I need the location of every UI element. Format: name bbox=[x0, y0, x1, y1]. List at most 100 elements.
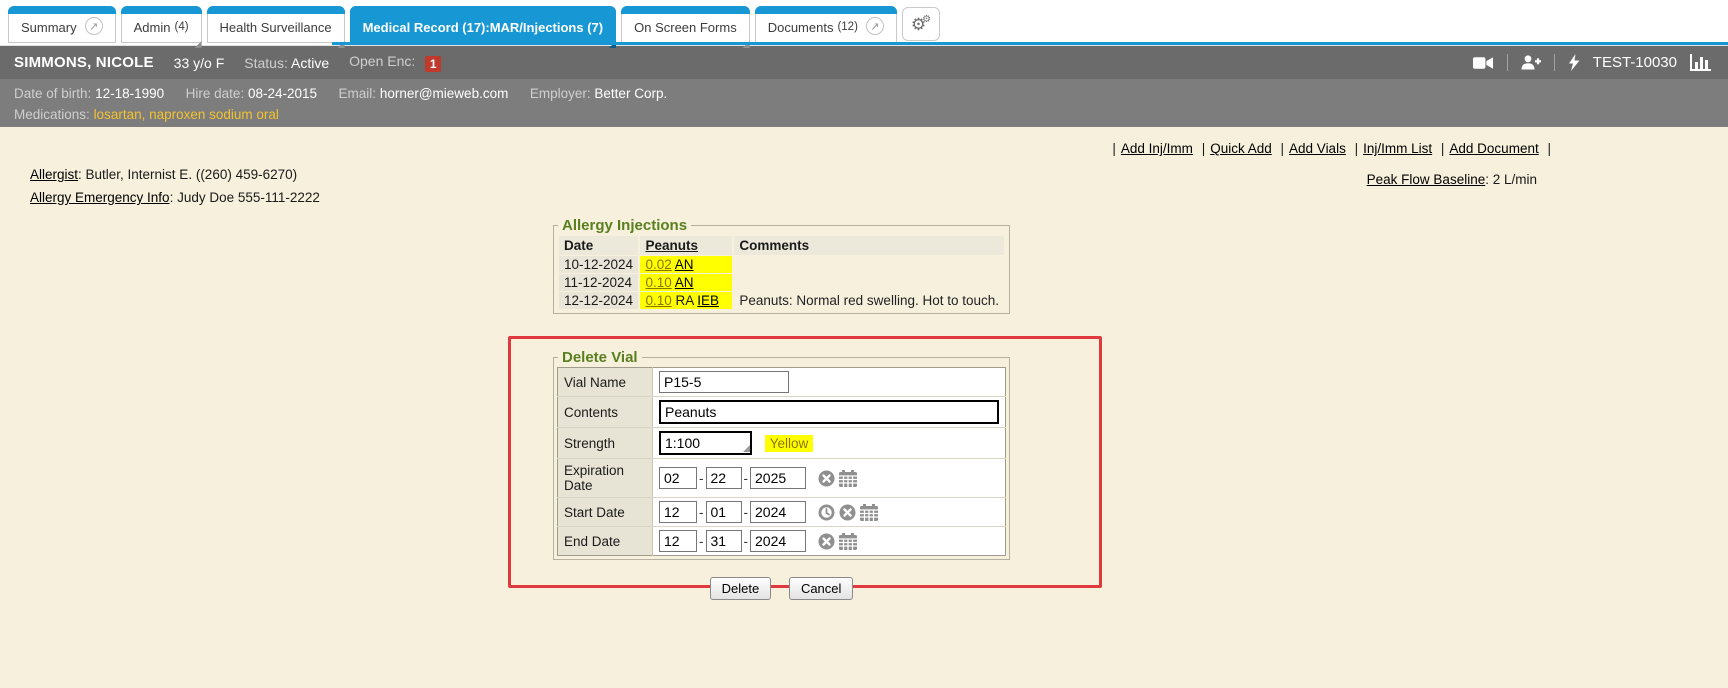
employer-label: Employer: bbox=[530, 86, 591, 101]
dob-label: Date of birth: bbox=[14, 86, 91, 101]
medications-label: Medications: bbox=[14, 107, 90, 122]
allergist-link[interactable]: Allergist bbox=[30, 167, 78, 182]
calendar-icon[interactable] bbox=[860, 504, 878, 521]
tab-summary[interactable]: Summary ↗ bbox=[8, 6, 116, 43]
settings-button[interactable]: ⚙⚙ bbox=[902, 7, 940, 41]
clear-date-icon[interactable] bbox=[839, 504, 856, 521]
emergency-info-link[interactable]: Allergy Emergency Info bbox=[30, 190, 170, 205]
tab-medical-record[interactable]: Medical Record (17):MAR/Injections (7) bbox=[350, 6, 617, 43]
delete-button[interactable]: Delete bbox=[710, 577, 772, 600]
code-link[interactable]: IEB bbox=[697, 293, 719, 308]
quick-links-row: | Add Inj/Imm | Quick Add | Add Vials | Inj/… bbox=[1107, 141, 1556, 156]
email-value: horner@mieweb.com bbox=[380, 86, 509, 101]
add-person-icon[interactable] bbox=[1521, 55, 1541, 70]
start-month-input[interactable] bbox=[659, 501, 697, 523]
expiration-day-input[interactable] bbox=[706, 467, 742, 489]
dob-value: 12-18-1990 bbox=[95, 86, 164, 101]
add-vials-link[interactable]: Add Vials bbox=[1289, 141, 1346, 156]
form-row-start-date: Start Date - - bbox=[558, 498, 1006, 527]
tab-admin[interactable]: Admin (4) bbox=[121, 6, 202, 43]
dose-link[interactable]: 0.10 bbox=[645, 275, 671, 290]
dose-link[interactable]: 0.10 bbox=[645, 293, 671, 308]
injection-row: 12-12-2024 0.10 RA IEB Peanuts: Normal r… bbox=[559, 292, 1004, 309]
injection-date: 12-12-2024 bbox=[559, 292, 638, 309]
annotation-highlight-box: Delete Vial Vial Name Contents Strength bbox=[508, 336, 1102, 588]
column-peanuts: Peanuts bbox=[640, 236, 732, 255]
lightning-bolt-icon[interactable] bbox=[1568, 54, 1580, 71]
link-separator: | bbox=[1441, 141, 1445, 156]
divider bbox=[1554, 54, 1555, 71]
bar-chart-icon[interactable] bbox=[1690, 54, 1712, 71]
date-separator: - bbox=[744, 471, 749, 486]
contents-input[interactable] bbox=[659, 400, 999, 424]
peak-flow-link[interactable]: Peak Flow Baseline bbox=[1367, 172, 1486, 187]
end-year-input[interactable] bbox=[750, 530, 806, 552]
emergency-info-value: : Judy Doe 555-111-2222 bbox=[170, 190, 320, 205]
tab-health-surveillance[interactable]: Health Surveillance bbox=[207, 6, 345, 43]
tab-on-screen-forms[interactable]: On Screen Forms bbox=[621, 6, 750, 43]
calendar-icon[interactable] bbox=[839, 470, 857, 487]
popout-icon[interactable]: ↗ bbox=[85, 17, 103, 35]
inj-imm-list-link[interactable]: Inj/Imm List bbox=[1363, 141, 1432, 156]
link-separator: | bbox=[1112, 141, 1116, 156]
email-label: Email: bbox=[339, 86, 377, 101]
start-day-input[interactable] bbox=[706, 501, 742, 523]
cancel-button[interactable]: Cancel bbox=[789, 577, 853, 600]
open-enc-label: Open Enc: bbox=[349, 53, 415, 69]
clock-icon[interactable] bbox=[818, 504, 835, 521]
medication-link[interactable]: naproxen sodium oral bbox=[149, 107, 279, 122]
active-tab-underline bbox=[332, 42, 1728, 45]
add-inj-imm-link[interactable]: Add Inj/Imm bbox=[1121, 141, 1193, 156]
vial-name-input[interactable] bbox=[659, 371, 789, 393]
injection-dose-cell: 0.10 RA IEB bbox=[640, 292, 732, 309]
date-separator: - bbox=[744, 534, 749, 549]
tab-label: Health Surveillance bbox=[220, 20, 332, 35]
injection-comment bbox=[734, 256, 1004, 273]
link-separator: | bbox=[1202, 141, 1206, 156]
code-link[interactable]: AN bbox=[675, 257, 694, 272]
date-separator: - bbox=[699, 505, 704, 520]
employer-value: Better Corp. bbox=[594, 86, 667, 101]
peak-flow-baseline: Peak Flow Baseline: 2 L/min bbox=[1367, 172, 1537, 187]
start-date-label: Start Date bbox=[558, 498, 653, 527]
tab-label: Summary bbox=[21, 20, 77, 35]
dropdown-fold-icon bbox=[195, 41, 202, 48]
patient-status: Status: Active bbox=[244, 55, 329, 71]
expiration-month-input[interactable] bbox=[659, 467, 697, 489]
calendar-icon[interactable] bbox=[839, 533, 857, 550]
link-separator: | bbox=[1281, 141, 1285, 156]
link-separator: | bbox=[1355, 141, 1359, 156]
vial-color-tag: Yellow bbox=[765, 435, 814, 452]
injection-dose-cell: 0.10 AN bbox=[640, 274, 732, 291]
quick-add-link[interactable]: Quick Add bbox=[1210, 141, 1272, 156]
expiration-year-input[interactable] bbox=[750, 467, 806, 489]
injections-table: Date Peanuts Comments 10-12-2024 0.02 AN… bbox=[557, 235, 1006, 310]
start-year-input[interactable] bbox=[750, 501, 806, 523]
clear-date-icon[interactable] bbox=[818, 470, 835, 487]
open-enc-badge[interactable]: 1 bbox=[425, 56, 441, 72]
end-day-input[interactable] bbox=[706, 530, 742, 552]
code-link[interactable]: AN bbox=[675, 275, 694, 290]
medication-link[interactable]: losartan bbox=[94, 107, 142, 122]
dose-link[interactable]: 0.02 bbox=[645, 257, 671, 272]
status-label: Status: bbox=[244, 55, 288, 71]
strength-label: Strength bbox=[558, 428, 653, 459]
patient-info-bar: Date of birth: 12-18-1990 Hire date: 08-… bbox=[0, 79, 1728, 127]
end-month-input[interactable] bbox=[659, 530, 697, 552]
add-document-link[interactable]: Add Document bbox=[1449, 141, 1538, 156]
popout-icon[interactable]: ↗ bbox=[866, 17, 884, 35]
tab-label: On Screen Forms bbox=[634, 20, 737, 35]
form-row-contents: Contents bbox=[558, 397, 1006, 428]
injection-date: 11-12-2024 bbox=[559, 274, 638, 291]
peak-flow-value: : 2 L/min bbox=[1485, 172, 1537, 187]
allergist-value: : Butler, Internist E. ((260) 459-6270) bbox=[78, 167, 297, 182]
date-separator: - bbox=[744, 505, 749, 520]
table-header-row: Date Peanuts Comments bbox=[559, 236, 1004, 255]
video-camera-icon[interactable] bbox=[1473, 56, 1494, 70]
strength-input[interactable] bbox=[659, 431, 752, 455]
allergy-injections-panel: Allergy Injections Date Peanuts Comments… bbox=[553, 217, 1010, 314]
tab-label: Admin bbox=[134, 20, 171, 35]
clear-date-icon[interactable] bbox=[818, 533, 835, 550]
tab-documents[interactable]: Documents (12) ↗ bbox=[755, 6, 897, 43]
patient-name: SIMMONS, NICOLE bbox=[14, 54, 154, 71]
